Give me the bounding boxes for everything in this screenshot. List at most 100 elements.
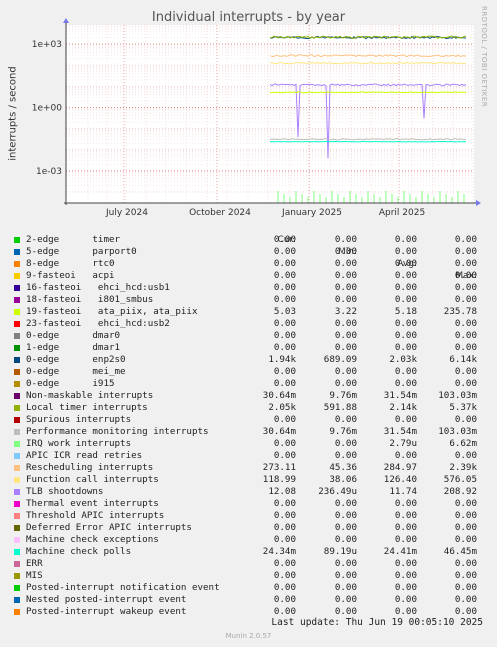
legend-cur: 30.64m [262, 426, 296, 437]
legend-cur: 24.34m [262, 546, 296, 557]
legend-row: Nested posted-interrupt event 0.00 0.00 0.0… [0, 594, 497, 606]
legend-row: Thermal event interrupts 0.00 0.00 0.00 0.00 [0, 498, 497, 510]
legend-swatch [14, 285, 20, 291]
legend-row: 18-fasteoi i801_smbus 0.00 0.00 0.00 0.00 [0, 294, 497, 306]
legend-row: Machine check exceptions 0.00 0.00 0.00 0.00 [0, 534, 497, 546]
legend-cur: 0.00 [273, 378, 296, 389]
legend-label: 23-fasteoi ehci_hcd:usb2 [26, 318, 170, 329]
y-tick-label: 1e-03 [36, 167, 62, 177]
legend-max: 0.00 [454, 246, 477, 257]
legend-max: 2.39k [449, 462, 477, 473]
legend-row: TLB shootdowns 12.08 236.49u 11.74 208.92 [0, 486, 497, 498]
legend-cur: 0.00 [273, 234, 296, 245]
legend-label: 19-fasteoi ata_piix, ata_piix [26, 306, 198, 317]
x-ticks: July 2024 October 2024 January 2025 April 2… [105, 208, 425, 218]
legend-label: 18-fasteoi i801_smbus [26, 294, 154, 305]
legend-cur: 0.00 [273, 582, 296, 593]
legend-cur: 0.00 [273, 534, 296, 545]
legend-swatch [14, 573, 20, 579]
legend-swatch [14, 453, 20, 459]
legend-row: 0-edge i915 0.00 0.00 0.00 0.00 [0, 378, 497, 390]
legend-row: Machine check polls 24.34m 89.19u 24.41m 46.… [0, 546, 497, 558]
legend-row: 0-edge mei_me 0.00 0.00 0.00 0.00 [0, 366, 497, 378]
legend-swatch [14, 501, 20, 507]
y-ticks: 1e+03 1e+00 1e-03 [32, 40, 63, 177]
legend-label: 0-edge enp2s0 [26, 354, 126, 365]
legend-cur: 118.99 [262, 474, 296, 485]
legend-cur: 0.00 [273, 342, 296, 353]
legend-swatch [14, 429, 20, 435]
legend-swatch [14, 609, 20, 615]
legend-swatch [14, 465, 20, 471]
munin-version: Munin 2.0.57 [225, 632, 272, 640]
legend-label: 0-edge mei_me [26, 366, 126, 377]
legend-row: Function call interrupts 118.99 38.06 126.4… [0, 474, 497, 486]
legend-label: 5-edge parport0 [26, 246, 137, 257]
legend-swatch [14, 585, 20, 591]
legend-cur: 12.08 [268, 486, 296, 497]
legend-swatch [14, 369, 20, 375]
legend-row: MIS 0.00 0.00 0.00 0.00 [0, 570, 497, 582]
legend-swatch [14, 489, 20, 495]
legend-label: Function call interrupts [26, 474, 159, 485]
legend-swatch [14, 405, 20, 411]
legend-cur: 0.00 [273, 438, 296, 449]
legend-cur: 0.00 [273, 318, 296, 329]
legend-label: Performance monitoring interrupts [26, 426, 209, 437]
legend-row: APIC ICR read retries 0.00 0.00 0.00 0.00 [0, 450, 497, 462]
legend-max: 0.00 [454, 510, 477, 521]
legend-max: 0.00 [454, 282, 477, 293]
legend-max: 0.00 [454, 270, 477, 281]
legend-row: Local timer interrupts 2.05k 591.88 2.14k 5.… [0, 402, 497, 414]
legend-swatch [14, 357, 20, 363]
legend-label: 16-fasteoi ehci_hcd:usb1 [26, 282, 170, 293]
legend-row: Deferred Error APIC interrupts 0.00 0.00 0.… [0, 522, 497, 534]
x-tick-label: July 2024 [105, 208, 148, 218]
legend-swatch [14, 561, 20, 567]
legend-max: 0.00 [454, 414, 477, 425]
legend-max: 0.00 [454, 234, 477, 245]
legend-swatch [14, 537, 20, 543]
legend-label: IRQ work interrupts [26, 438, 132, 449]
legend-cur: 30.64m [262, 390, 296, 401]
legend-max: 0.00 [454, 498, 477, 509]
legend-cur: 0.00 [273, 450, 296, 461]
legend-row: 8-edge rtc0 0.00 0.00 0.00 0.00 [0, 258, 497, 270]
legend-max: 0.00 [454, 570, 477, 581]
legend-row: 0-edge dmar0 0.00 0.00 0.00 0.00 [0, 330, 497, 342]
legend-swatch [14, 333, 20, 339]
legend-max: 0.00 [454, 522, 477, 533]
legend-row: 2-edge timer 0.00 0.00 0.00 0.00 [0, 234, 497, 246]
legend-cur: 0.00 [273, 558, 296, 569]
legend-max: 576.05 [443, 474, 477, 485]
legend-max: 0.00 [454, 450, 477, 461]
legend-max: 208.92 [443, 486, 477, 497]
legend-row: Rescheduling interrupts 273.11 45.36 284.97… [0, 462, 497, 474]
legend-label: Machine check polls [26, 546, 132, 557]
legend-label: 0-edge dmar0 [26, 330, 121, 341]
legend-max: 0.00 [454, 366, 477, 377]
legend-max: 0.00 [454, 342, 477, 353]
legend-cur: 2.05k [268, 402, 296, 413]
legend-swatch [14, 321, 20, 327]
legend-cur: 0.00 [273, 522, 296, 533]
legend-max: 0.00 [454, 558, 477, 569]
legend-max: 0.00 [454, 330, 477, 341]
legend-max: 0.00 [454, 582, 477, 593]
legend-label: Local timer interrupts [26, 402, 148, 413]
legend-swatch [14, 261, 20, 267]
legend-max: 0.00 [454, 258, 477, 269]
legend-cur: 0.00 [273, 510, 296, 521]
legend-cur: 0.00 [273, 594, 296, 605]
legend-swatch [14, 249, 20, 255]
legend-max: 6.62m [449, 438, 477, 449]
legend-label: 9-fasteoi acpi [26, 270, 115, 281]
legend-label: Deferred Error APIC interrupts [26, 522, 192, 533]
legend-swatch [14, 381, 20, 387]
legend-max: 103.03m [438, 426, 477, 437]
legend-swatch [14, 237, 20, 243]
legend-swatch [14, 309, 20, 315]
legend-row: 5-edge parport0 0.00 0.00 0.00 0.00 [0, 246, 497, 258]
legend-header: Cur: Min: Avg: Max: [0, 222, 497, 281]
legend-swatch [14, 597, 20, 603]
